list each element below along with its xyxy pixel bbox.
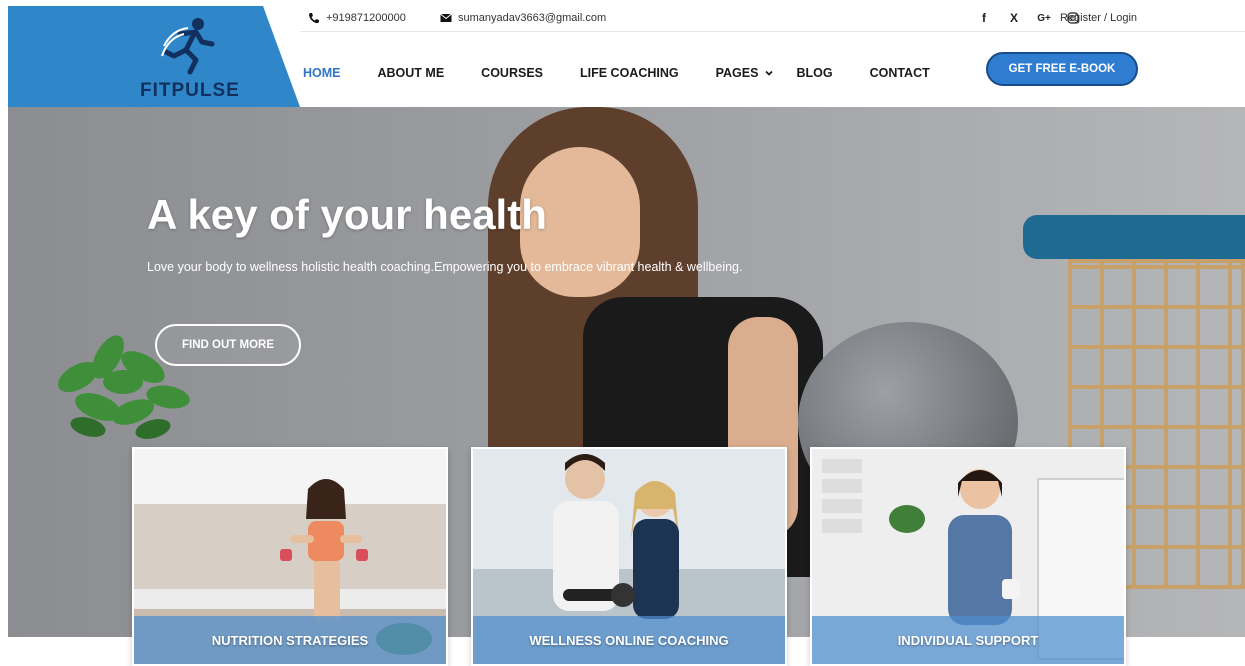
- top-bar: +919871200000 sumanyadav3663@gmail.com f…: [300, 6, 1245, 32]
- nav-item-pages-label: PAGES: [715, 66, 759, 80]
- hero-title: A key of your health: [147, 191, 547, 238]
- nav-item-blog[interactable]: BLOG: [796, 66, 832, 80]
- nav-item-pages[interactable]: PAGES: [716, 66, 775, 80]
- register-login-link[interactable]: Register / Login: [1060, 12, 1138, 24]
- phone-icon: [309, 13, 319, 24]
- card-nutrition-strategies[interactable]: NUTRITION STRATEGIES: [132, 447, 448, 666]
- phone-number: +919871200000: [326, 12, 406, 24]
- contact-phone[interactable]: +919871200000: [308, 12, 406, 24]
- brand-name: FITPULSE: [140, 80, 240, 101]
- nav-item-courses[interactable]: COURSES: [481, 66, 543, 80]
- contact-email[interactable]: sumanyadav3663@gmail.com: [440, 12, 606, 24]
- facebook-icon[interactable]: f: [977, 11, 991, 25]
- hero-subtitle: Love your body to wellness holistic heal…: [147, 260, 743, 274]
- google-plus-icon[interactable]: G+: [1037, 13, 1051, 24]
- nav-item-about-me[interactable]: ABOUT ME: [378, 66, 445, 80]
- logo-block[interactable]: FITPULSE: [8, 6, 300, 107]
- chevron-down-icon: [765, 70, 774, 76]
- site-header: FITPULSE +919871200000 sumanyadav3663@gm…: [8, 6, 1245, 107]
- mail-icon: [440, 13, 452, 22]
- x-icon[interactable]: X: [1007, 11, 1021, 25]
- nav-item-life-coaching[interactable]: LIFE COACHING: [580, 66, 679, 80]
- runner-logo-icon: [161, 18, 215, 75]
- yoga-mat-roll: [1023, 215, 1245, 259]
- card-label: INDIVIDUAL SUPPORT: [812, 616, 1124, 664]
- email-address: sumanyadav3663@gmail.com: [458, 12, 607, 24]
- nav-item-home[interactable]: HOME: [303, 66, 341, 80]
- card-wellness-online-coaching[interactable]: WELLNESS ONLINE COACHING: [471, 447, 787, 666]
- card-label: NUTRITION STRATEGIES: [134, 616, 446, 664]
- main-nav: HOME ABOUT ME COURSES LIFE COACHING PAGE…: [300, 66, 967, 80]
- card-individual-support[interactable]: INDIVIDUAL SUPPORT: [810, 447, 1126, 666]
- card-label: WELLNESS ONLINE COACHING: [473, 616, 785, 664]
- find-out-more-button[interactable]: FIND OUT MORE: [155, 324, 301, 366]
- get-free-ebook-button[interactable]: GET FREE E-BOOK: [986, 52, 1138, 86]
- nav-item-contact[interactable]: CONTACT: [870, 66, 930, 80]
